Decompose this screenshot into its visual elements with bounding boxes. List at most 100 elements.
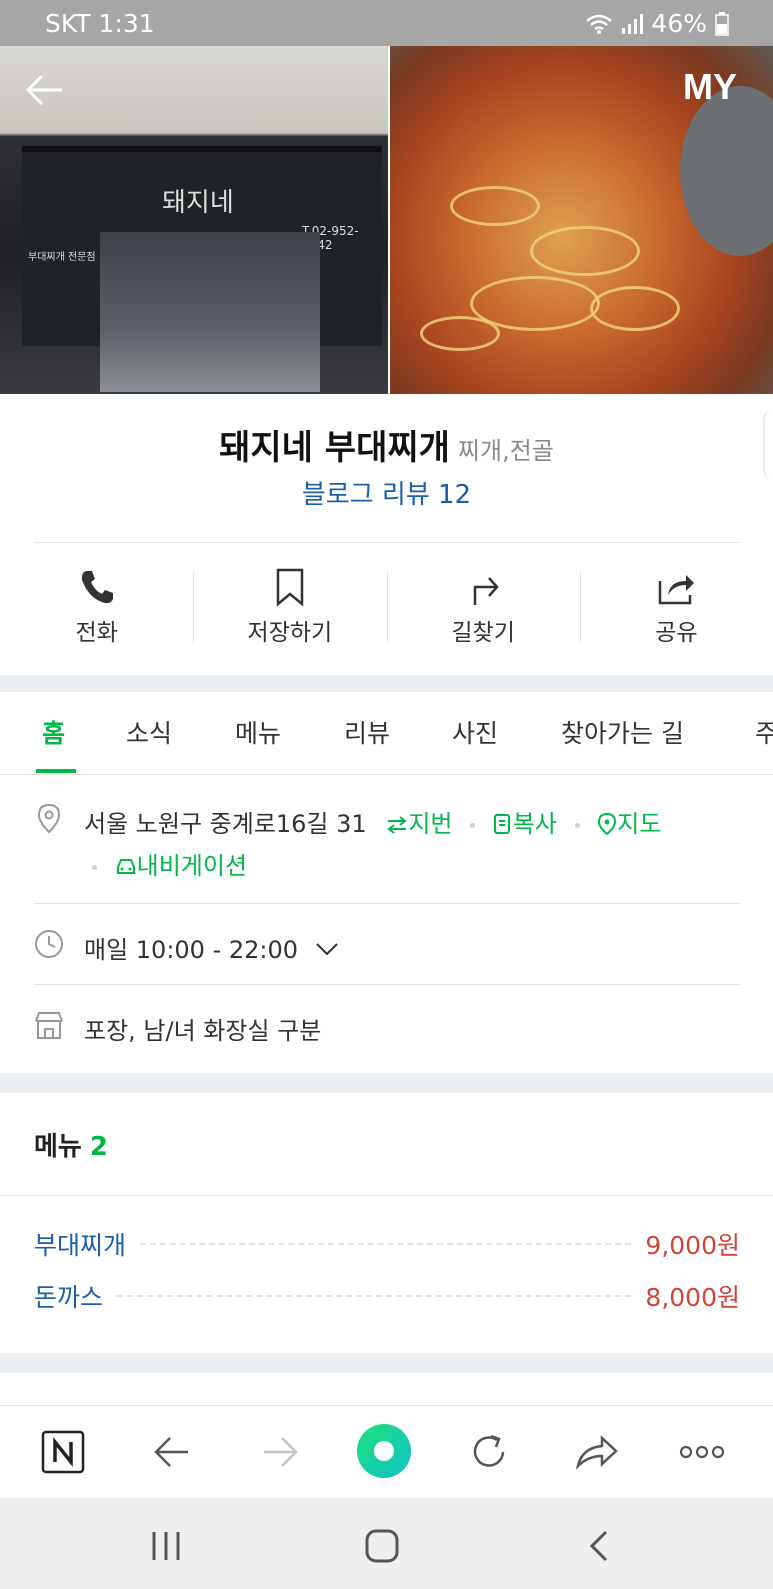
tab-directions[interactable]: 찾아가는 길 [561, 714, 684, 750]
home-icon[interactable] [362, 1526, 402, 1566]
location-pin-icon [37, 803, 61, 834]
recent-apps-icon[interactable] [146, 1526, 186, 1566]
spoon-shape [680, 86, 773, 256]
place-category: 찌개,전골 [457, 437, 554, 465]
menu-heading: 메뉴 2 [34, 1126, 108, 1163]
clock-icon [35, 930, 63, 958]
status-bar: SKT 1:31 46% [0, 0, 773, 46]
menu-item[interactable]: 부대찌개 9,000원 [34, 1224, 740, 1264]
tab-bar: 홈 소식 메뉴 리뷰 사진 찾아가는 길 주 [0, 692, 773, 775]
tab-active-indicator [36, 769, 76, 773]
tab-photo[interactable]: 사진 [452, 714, 498, 750]
share-icon [659, 575, 695, 605]
hero-photos[interactable]: 돼지네 T.02-952-5042 부대찌개 전문점 MY [0, 46, 773, 394]
blog-review-link[interactable]: 블로그 리뷰 12 [0, 474, 773, 511]
noodle-decoration [590, 286, 680, 331]
amenities-text: 포장, 남/녀 화장실 구분 [84, 1017, 322, 1045]
share-button[interactable]: 공유 [579, 543, 773, 675]
hours-line: 매일 10:00 - 22:00 [84, 930, 340, 965]
copy-label: 복사 [512, 810, 557, 838]
back-icon[interactable] [148, 1428, 196, 1476]
menu-item-price: 9,000원 [645, 1231, 740, 1260]
navigation-line: 내비게이션 [92, 846, 247, 881]
my-button[interactable]: MY [683, 66, 737, 108]
forward-icon[interactable] [256, 1428, 304, 1476]
save-button[interactable]: 저장하기 [193, 543, 386, 675]
place-title-block: 돼지네 부대찌개 찌개,전골 블로그 리뷰 12 [0, 394, 773, 542]
address-row: 서울 노원구 중계로16길 31 지번 복사 지도 내비게이션 [0, 776, 773, 904]
map-pin-icon [598, 812, 617, 836]
lot-number-label: 지번 [408, 810, 453, 838]
dotted-leader [140, 1243, 632, 1245]
refresh-icon[interactable] [465, 1428, 513, 1476]
navigation-link[interactable]: 내비게이션 [107, 852, 247, 880]
store-sign-tag: 부대찌개 전문점 [28, 252, 96, 263]
hours-row[interactable]: 매일 10:00 - 22:00 [0, 904, 773, 984]
separator-dot [470, 822, 476, 828]
menu-count: 2 [89, 1132, 108, 1162]
menu-item-price: 8,000원 [645, 1283, 740, 1312]
directions-label: 길찾기 [451, 620, 515, 646]
more-icon[interactable] [678, 1428, 726, 1476]
section-gap [0, 1353, 773, 1373]
tab-menu[interactable]: 메뉴 [235, 714, 281, 750]
navigation-label: 내비게이션 [136, 852, 248, 880]
store-sign: 돼지네 T.02-952-5042 부대찌개 전문점 [22, 146, 382, 392]
system-back-icon[interactable] [580, 1526, 620, 1566]
section-gap [0, 1073, 773, 1093]
place-name-line: 돼지네 부대찌개 찌개,전골 [0, 420, 773, 469]
map-link[interactable]: 지도 [590, 810, 662, 838]
chevron-down-icon[interactable] [314, 941, 340, 957]
menu-item-name: 부대찌개 [34, 1231, 127, 1260]
noodle-decoration [530, 226, 640, 276]
green-dot-icon[interactable] [355, 1422, 413, 1480]
bookmark-icon [276, 568, 304, 607]
dotted-leader [117, 1295, 632, 1297]
naver-home-icon[interactable] [39, 1428, 87, 1476]
car-icon [116, 859, 135, 874]
back-arrow-icon[interactable] [22, 68, 66, 112]
save-label: 저장하기 [247, 620, 333, 646]
action-bar: 전화 저장하기 길찾기 공유 [0, 543, 773, 675]
battery-percent: 46% [651, 9, 707, 38]
store-window [100, 232, 320, 392]
separator-dot [92, 864, 97, 870]
phone-icon [81, 571, 113, 604]
tab-more[interactable]: 주 [755, 714, 773, 750]
call-button[interactable]: 전화 [0, 543, 193, 675]
amenities-row: 포장, 남/녀 화장실 구분 [0, 985, 773, 1073]
call-label: 전화 [75, 620, 118, 646]
address-line: 서울 노원구 중계로16길 31 지번 복사 지도 [84, 804, 661, 839]
place-name: 돼지네 부대찌개 [219, 428, 450, 468]
status-icons: 46% [585, 9, 729, 38]
noodle-decoration [420, 316, 500, 351]
copy-icon [493, 814, 510, 834]
tab-home[interactable]: 홈 [42, 714, 65, 750]
status-time: SKT 1:31 [45, 9, 155, 38]
swap-icon [387, 816, 407, 834]
hours-text: 매일 10:00 - 22:00 [84, 936, 299, 964]
wifi-icon [586, 14, 613, 34]
signal-icon [622, 13, 644, 34]
copy-link[interactable]: 복사 [485, 810, 564, 838]
map-label: 지도 [617, 810, 662, 838]
directions-icon [473, 577, 499, 605]
menu-item[interactable]: 돈까스 8,000원 [34, 1276, 740, 1316]
menu-title: 메뉴 [34, 1132, 82, 1162]
tab-news[interactable]: 소식 [126, 714, 172, 750]
browser-toolbar [0, 1405, 773, 1498]
share-arrow-icon[interactable] [572, 1428, 620, 1476]
share-label: 공유 [655, 620, 698, 646]
battery-icon [715, 11, 729, 36]
divider [0, 1195, 773, 1196]
store-icon [35, 1012, 63, 1039]
tab-review[interactable]: 리뷰 [344, 714, 390, 750]
menu-item-name: 돈까스 [34, 1283, 104, 1312]
address-text: 서울 노원구 중계로16길 31 [84, 810, 367, 838]
system-nav-bar [0, 1498, 773, 1589]
separator-dot [574, 822, 580, 828]
lot-number-link[interactable]: 지번 [386, 810, 460, 838]
section-gap [0, 675, 773, 692]
directions-button[interactable]: 길찾기 [386, 543, 580, 675]
noodle-decoration [450, 186, 540, 226]
